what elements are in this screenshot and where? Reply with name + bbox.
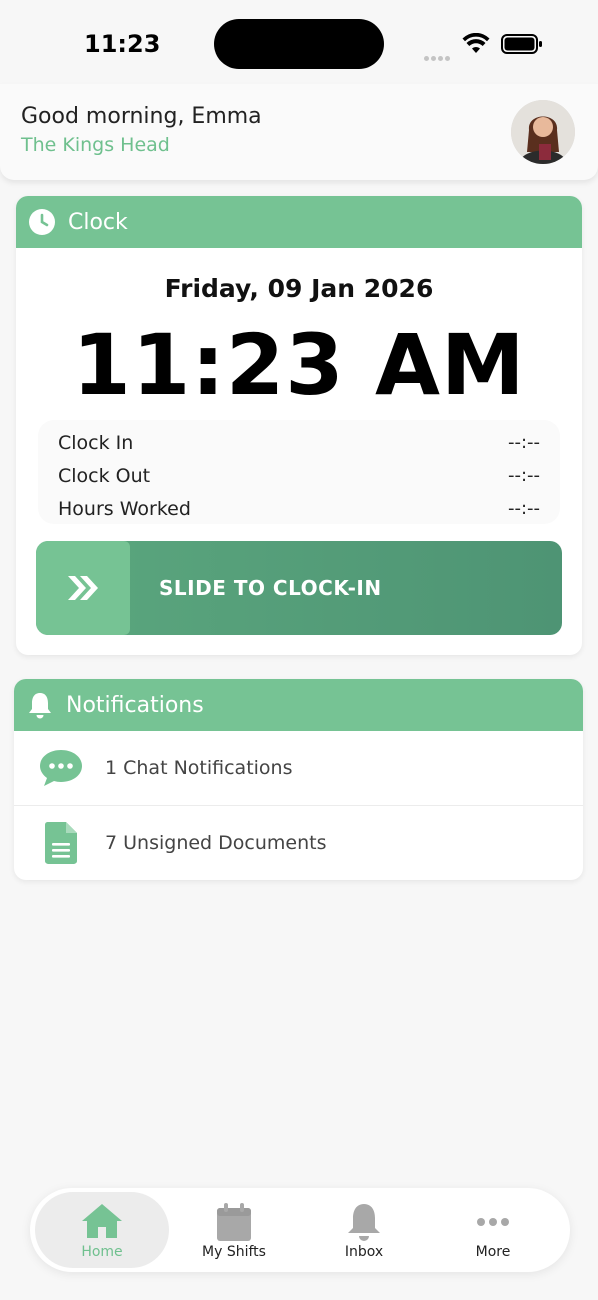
status-time: 11:23	[84, 30, 161, 58]
double-chevron-icon	[68, 576, 98, 600]
bell-icon	[297, 1202, 431, 1242]
tab-home[interactable]: Home	[35, 1192, 169, 1268]
current-date: Friday, 09 Jan 2026	[164, 274, 434, 303]
clock-card-title: Clock	[68, 209, 128, 235]
clock-card-header: Clock	[16, 196, 582, 248]
notifications-card-header: Notifications	[14, 679, 583, 731]
slider-label: SLIDE TO CLOCK-IN	[159, 576, 382, 600]
slider-handle[interactable]	[36, 541, 130, 635]
notifications-card: Notifications 1 Chat Notifications 7 Uns…	[14, 679, 583, 880]
time-summary: Clock In --:-- Clock Out --:-- Hours Wor…	[38, 420, 560, 524]
battery-icon	[501, 34, 542, 54]
slide-to-clock-in[interactable]: SLIDE TO CLOCK-IN	[36, 541, 562, 635]
tab-bar: Home My Shifts Inbox More	[30, 1188, 570, 1272]
chat-notifications-item[interactable]: 1 Chat Notifications	[14, 731, 583, 805]
unsigned-documents-item[interactable]: 7 Unsigned Documents	[14, 805, 583, 879]
tab-inbox[interactable]: Inbox	[297, 1192, 431, 1268]
clock-in-label: Clock In	[58, 432, 134, 454]
hours-worked-row: Hours Worked --:--	[58, 498, 540, 520]
dynamic-island	[214, 19, 384, 69]
tab-home-label: Home	[81, 1244, 123, 1260]
clock-icon	[28, 208, 56, 236]
venue-name[interactable]: The Kings Head	[21, 134, 170, 156]
tab-my-shifts[interactable]: My Shifts	[167, 1192, 301, 1268]
tab-inbox-label: Inbox	[344, 1244, 384, 1260]
current-time: 11:23 AM	[72, 316, 526, 414]
clock-in-value: --:--	[507, 432, 540, 453]
tab-more-label: More	[475, 1244, 511, 1260]
user-avatar-icon	[511, 100, 575, 164]
greeting-text: Good morning, Emma	[21, 104, 262, 129]
unsigned-documents-text: 7 Unsigned Documents	[105, 831, 327, 854]
calendar-icon	[167, 1202, 301, 1242]
clock-out-value: --:--	[507, 465, 540, 486]
clock-out-label: Clock Out	[58, 465, 151, 487]
avatar[interactable]	[511, 100, 575, 164]
status-bar: 11:23	[0, 0, 598, 84]
signal-icon	[424, 46, 456, 61]
more-icon	[426, 1202, 560, 1242]
document-icon	[38, 820, 84, 866]
clock-card: Clock Friday, 09 Jan 2026 11:23 AM Clock…	[16, 196, 582, 655]
notifications-card-title: Notifications	[66, 692, 204, 718]
hours-worked-label: Hours Worked	[58, 498, 191, 520]
tab-more[interactable]: More	[426, 1192, 560, 1268]
app-header: Good morning, Emma The Kings Head	[0, 84, 598, 180]
clock-in-row: Clock In --:--	[58, 432, 540, 454]
home-icon	[35, 1202, 169, 1242]
chat-notifications-text: 1 Chat Notifications	[105, 757, 293, 779]
hours-worked-value: --:--	[507, 498, 540, 519]
bell-icon	[26, 691, 54, 719]
wifi-icon	[462, 33, 490, 53]
chat-icon	[38, 745, 84, 791]
clock-out-row: Clock Out --:--	[58, 465, 540, 487]
tab-my-shifts-label: My Shifts	[202, 1244, 266, 1260]
